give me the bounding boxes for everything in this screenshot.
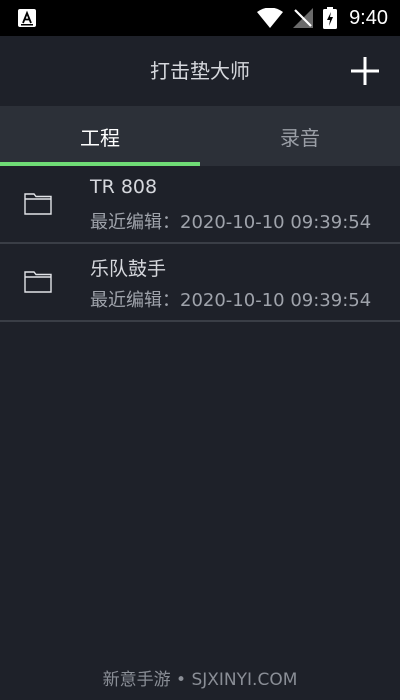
tab-projects[interactable]: 工程 xyxy=(0,106,200,166)
tab-bar: 工程 录音 xyxy=(0,106,400,166)
project-last-edited: 最近编辑：2020-10-10 09:39:54 xyxy=(90,212,372,233)
project-last-edited: 最近编辑：2020-10-10 09:39:54 xyxy=(90,290,372,311)
status-time: 9:40 xyxy=(349,6,388,29)
no-signal-icon xyxy=(293,8,314,28)
plus-icon xyxy=(351,57,379,85)
project-name: 乐队鼓手 xyxy=(90,258,167,280)
wifi-icon xyxy=(257,8,284,28)
battery-charging-icon xyxy=(323,7,338,29)
folder-icon xyxy=(24,271,52,293)
status-icons: 9:40 xyxy=(257,0,388,36)
accessibility-a-icon xyxy=(18,9,36,27)
watermark: 新意手游 • SJXINYI.COM xyxy=(102,670,298,690)
tab-label: 工程 xyxy=(80,125,120,150)
list-item[interactable]: 乐队鼓手 最近编辑：2020-10-10 09:39:54 xyxy=(0,244,400,322)
tab-label: 录音 xyxy=(280,125,320,150)
folder-icon xyxy=(24,193,52,215)
tab-recordings[interactable]: 录音 xyxy=(200,106,400,166)
app-bar: 打击垫大师 xyxy=(0,36,400,106)
app-title: 打击垫大师 xyxy=(150,59,250,83)
list-item[interactable]: TR 808 最近编辑：2020-10-10 09:39:54 xyxy=(0,166,400,244)
project-name: TR 808 xyxy=(90,176,158,198)
status-bar: 9:40 xyxy=(0,0,400,36)
add-project-button[interactable] xyxy=(348,54,382,88)
project-list: TR 808 最近编辑：2020-10-10 09:39:54 乐队鼓手 最近编… xyxy=(0,166,400,322)
